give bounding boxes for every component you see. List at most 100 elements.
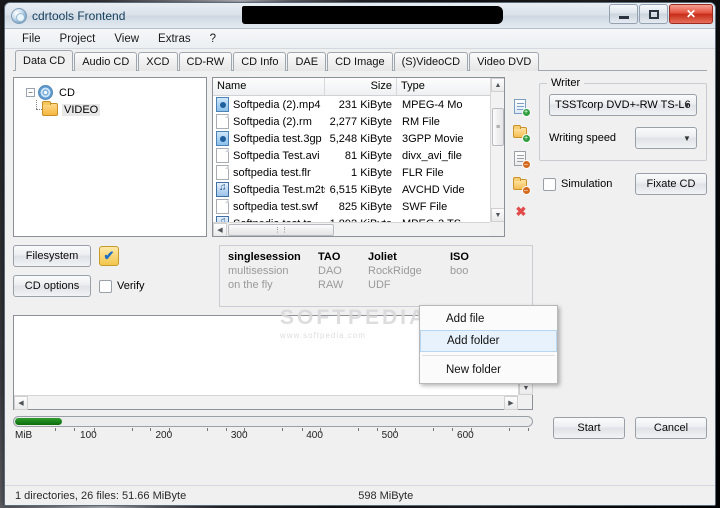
hscroll-thumb[interactable]: ⋮⋮ <box>228 224 334 236</box>
filesystem-button[interactable]: Filesystem <box>13 245 91 267</box>
file-size-cell: 231 KiByte <box>338 98 392 111</box>
tree-connector <box>36 100 37 109</box>
file-size-cell: 825 KiByte <box>338 200 392 213</box>
log-scroll-right-icon[interactable]: ▶ <box>504 396 518 410</box>
chevron-down-icon[interactable]: ▼ <box>678 128 696 148</box>
options-row: Filesystem ✔ CD options Verify singleses… <box>13 245 533 307</box>
left-column: − CD VIDEO Name Size Type Softpedia (2).… <box>13 77 533 485</box>
tab-data-cd[interactable]: Data CD <box>15 50 74 72</box>
context-menu-item-new-folder[interactable]: New folder <box>420 359 557 381</box>
table-row[interactable]: Softpedia (2).mp4 231 KiByte MPEG-4 Mo <box>213 96 504 113</box>
remove-all-icon[interactable]: ✖ <box>513 203 530 220</box>
menu-item-help[interactable]: ? <box>201 30 225 48</box>
simulation-label: Simulation <box>561 178 613 190</box>
file-list-vscrollbar[interactable]: ▲ ≡ ▼ <box>490 78 504 222</box>
tree-node-cd-label: CD <box>59 86 75 99</box>
tab-xcd[interactable]: XCD <box>138 52 178 71</box>
generic-file-icon <box>216 165 229 180</box>
log-hscrollbar[interactable]: ◀ ▶ <box>14 395 518 410</box>
check-shield-icon[interactable]: ✔ <box>99 246 119 266</box>
media-file-icon <box>216 182 229 197</box>
session-mode-column: singlesession multisession on the fly <box>228 250 302 292</box>
simulation-checkbox-group[interactable]: Simulation <box>543 177 613 191</box>
right-column: Writer TSSTcorp DVD+-RW TS-L6 ▼ Writing … <box>539 77 707 485</box>
tab-audio-cd[interactable]: Audio CD <box>74 52 138 71</box>
cancel-button[interactable]: Cancel <box>635 417 707 439</box>
start-button[interactable]: Start <box>553 417 625 439</box>
close-button[interactable]: ✕ <box>669 4 713 24</box>
column-header-type[interactable]: Type <box>397 78 504 95</box>
tab-cd-rw[interactable]: CD-RW <box>178 52 233 71</box>
context-menu-separator <box>422 355 555 356</box>
filesystem-column: Joliet RockRidge UDF <box>368 250 434 292</box>
scroll-down-icon[interactable]: ▼ <box>491 208 504 222</box>
context-menu-item-add-folder[interactable]: Add folder <box>420 330 557 352</box>
project-tree[interactable]: − CD VIDEO <box>13 77 207 237</box>
generic-file-icon <box>216 199 229 214</box>
table-row[interactable]: softpedia test.swf 825 KiByte SWF File <box>213 198 504 215</box>
maximize-button[interactable] <box>639 4 668 24</box>
tab-bar: Data CD Audio CD XCD CD-RW CD Info DAE C… <box>5 49 715 72</box>
table-row[interactable]: Softpedia test.3gp 5,248 KiByte 3GPP Mov… <box>213 130 504 147</box>
filesystem-row: Filesystem ✔ <box>13 245 209 267</box>
tree-node-video[interactable]: VIDEO <box>18 101 202 118</box>
file-list-hscrollbar[interactable]: ◀ ⋮⋮ <box>213 222 490 236</box>
cd-disc-icon <box>38 85 53 100</box>
file-name-cell: Softpedia Test.m2ts <box>213 182 325 197</box>
tab-cd-info[interactable]: CD Info <box>233 52 287 71</box>
disc-icon <box>11 7 27 24</box>
file-type-cell: divx_avi_file <box>402 149 462 162</box>
table-row[interactable]: softpedia test.flr 1 KiByte FLR File <box>213 164 504 181</box>
status-bar: 1 directories, 26 files: 51.66 MiByte 59… <box>5 485 715 505</box>
writing-speed-select[interactable]: ▼ <box>635 127 697 149</box>
tab-video-dvd[interactable]: Video DVD <box>469 52 540 71</box>
remove-folder-icon[interactable]: – <box>512 177 531 195</box>
scroll-up-icon[interactable]: ▲ <box>491 78 504 92</box>
table-row[interactable]: Softpedia Test.m2ts 6,515 KiByte AVCHD V… <box>213 181 504 198</box>
option-multisession: multisession <box>228 265 289 277</box>
option-tao: TAO <box>318 251 341 263</box>
fixate-cd-button[interactable]: Fixate CD <box>635 173 707 195</box>
folder-icon <box>42 101 58 116</box>
file-type-cell: 3GPP Movie <box>402 132 464 145</box>
progress-area: MiB 100 200 300 400 500 600 <box>13 416 533 443</box>
scrollbar-corner <box>490 222 504 236</box>
cd-options-button[interactable]: CD options <box>13 275 91 297</box>
file-name-cell: Softpedia (2).mp4 <box>213 97 325 112</box>
log-scroll-left-icon[interactable]: ◀ <box>14 395 28 410</box>
tree-node-video-label: VIDEO <box>62 103 101 116</box>
column-header-name[interactable]: Name <box>213 78 325 95</box>
file-type-cell: FLR File <box>402 166 444 179</box>
scroll-left-icon[interactable]: ◀ <box>213 222 227 236</box>
writer-group: Writer TSSTcorp DVD+-RW TS-L6 ▼ Writing … <box>539 77 707 161</box>
menu-item-project[interactable]: Project <box>51 30 105 48</box>
tab-dae[interactable]: DAE <box>287 52 327 71</box>
tab-cd-image[interactable]: CD Image <box>327 52 393 71</box>
menu-item-extras[interactable]: Extras <box>149 30 200 48</box>
remove-file-icon[interactable]: – <box>513 151 531 169</box>
tab-svideocd[interactable]: (S)VideoCD <box>393 52 469 71</box>
tree-expander-icon[interactable]: − <box>26 88 35 97</box>
add-folder-icon[interactable]: + <box>512 125 531 143</box>
table-row[interactable]: Softpedia (2).rm 2,277 KiByte RM File <box>213 113 504 130</box>
file-list[interactable]: Name Size Type Softpedia (2).mp4 231 KiB… <box>212 77 505 237</box>
context-menu-item-add-file[interactable]: Add file <box>420 308 557 330</box>
capacity-progress-bar <box>13 416 533 427</box>
writing-speed-row: Writing speed ▼ <box>549 127 697 149</box>
add-file-icon[interactable]: + <box>513 99 531 117</box>
verify-checkbox-group[interactable]: Verify <box>99 279 145 293</box>
generic-file-icon <box>216 114 229 129</box>
menu-item-view[interactable]: View <box>105 30 148 48</box>
simulation-checkbox[interactable] <box>543 177 556 191</box>
table-row[interactable]: Softpedia Test.avi 81 KiByte divx_avi_fi… <box>213 147 504 164</box>
menu-item-file[interactable]: File <box>13 30 50 48</box>
writer-device-select[interactable]: TSSTcorp DVD+-RW TS-L6 ▼ <box>549 94 697 116</box>
vscroll-thumb[interactable]: ≡ <box>492 108 504 146</box>
minimize-icon <box>618 15 629 19</box>
column-header-size[interactable]: Size <box>325 78 397 95</box>
verify-checkbox[interactable] <box>99 279 112 293</box>
tree-node-cd[interactable]: − CD <box>18 84 202 101</box>
chevron-down-icon[interactable]: ▼ <box>678 95 696 115</box>
minimize-button[interactable] <box>609 4 638 24</box>
file-name-label: Softpedia (2).rm <box>233 115 312 128</box>
